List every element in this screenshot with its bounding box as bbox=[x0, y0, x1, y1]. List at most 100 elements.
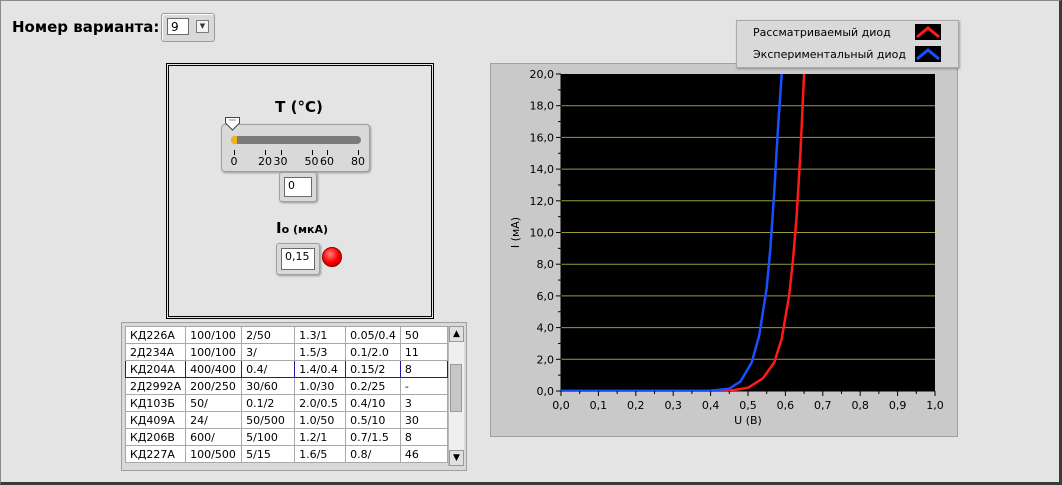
table-cell[interactable]: 8 bbox=[399, 428, 448, 446]
table-cell[interactable]: 0.4/10 bbox=[345, 394, 401, 412]
table-cell[interactable]: 2/50 bbox=[241, 326, 296, 344]
table-scrollbar[interactable]: ▲ ▼ bbox=[448, 326, 464, 466]
table-cell[interactable]: 600/ bbox=[185, 428, 243, 446]
table-cell[interactable]: 3/ bbox=[241, 343, 296, 361]
x-tick-label: 0,6 bbox=[777, 399, 795, 412]
diode-table[interactable]: КД226А 100/100 2/50 1.3/1 0.05/0.4 50 2Д234А 10… bbox=[121, 322, 467, 471]
table-cell[interactable]: - bbox=[399, 377, 448, 395]
table-cell[interactable]: КД206В bbox=[124, 428, 187, 446]
x-tick-label: 0,5 bbox=[739, 399, 757, 412]
table-cell[interactable]: 100/500 bbox=[185, 445, 243, 463]
table-cell[interactable]: 2.0/0.5 bbox=[294, 394, 347, 412]
x-tick-label: 0,0 bbox=[552, 399, 570, 412]
y-tick-label: 18,0 bbox=[530, 100, 555, 113]
table-cell[interactable]: КД204А bbox=[124, 360, 187, 378]
temperature-label: T (°C) bbox=[275, 98, 323, 116]
slider-tick-label: 60 bbox=[320, 155, 334, 168]
slider-tick-label: 80 bbox=[351, 155, 365, 168]
table-cell[interactable]: 1.0/50 bbox=[294, 411, 347, 429]
table-cell[interactable]: 0.1/2.0 bbox=[345, 343, 401, 361]
table-cell[interactable]: 0.4/ bbox=[241, 360, 296, 378]
legend-swatch-series-1[interactable] bbox=[915, 24, 941, 40]
variant-ring-control[interactable]: 9 ▼ bbox=[161, 13, 215, 42]
scroll-down-icon[interactable]: ▼ bbox=[449, 450, 464, 466]
table-cell[interactable]: 400/400 bbox=[185, 360, 243, 378]
table-cell[interactable]: 1.3/1 bbox=[294, 326, 347, 344]
table-row[interactable]: КД226А 100/100 2/50 1.3/1 0.05/0.4 50 bbox=[124, 326, 448, 344]
scroll-thumb[interactable] bbox=[450, 364, 462, 412]
slider-thumb[interactable] bbox=[225, 117, 240, 131]
table-cell[interactable]: 0.15/2 bbox=[345, 360, 401, 378]
iv-chart[interactable]: 0,0 2,0 4,0 6,0 8,0 10,0 12,0 14,0 16,0 18,0 20,0 0… bbox=[491, 64, 957, 436]
table-cell[interactable]: 1.4/0.4 bbox=[294, 360, 347, 378]
table-cell[interactable]: 100/100 bbox=[185, 326, 243, 344]
table-cell[interactable]: 50/500 bbox=[241, 411, 296, 429]
table-row[interactable]: КД103Б 50/0.1/2 2.0/0.5 0.4/10 3 bbox=[124, 394, 448, 412]
y-tick-label: 4,0 bbox=[537, 322, 555, 335]
table-cell[interactable]: 5/15 bbox=[241, 445, 296, 463]
chart-legend: Рассматриваемый диод Экспериментальный д… bbox=[736, 20, 959, 68]
current-value[interactable]: 0,15 bbox=[281, 248, 315, 270]
temperature-value[interactable]: 0 bbox=[284, 177, 312, 197]
table-cell[interactable]: 30 bbox=[399, 411, 448, 429]
diode-table-grid[interactable]: КД226А 100/100 2/50 1.3/1 0.05/0.4 50 2Д234А 10… bbox=[124, 326, 448, 463]
temperature-slider[interactable]: 0 20 30 50 60 80 bbox=[221, 117, 370, 172]
table-cell[interactable]: 1.2/1 bbox=[294, 428, 347, 446]
x-tick-label: 1,0 bbox=[926, 399, 944, 412]
table-cell[interactable]: 0.5/10 bbox=[345, 411, 401, 429]
table-cell[interactable]: 2Д234А bbox=[124, 343, 187, 361]
table-cell[interactable]: КД103Б bbox=[124, 394, 187, 412]
table-cell[interactable]: 0.8/ bbox=[345, 445, 401, 463]
table-cell[interactable]: 200/250 bbox=[185, 377, 243, 395]
table-cell[interactable]: 11 bbox=[399, 343, 448, 361]
y-tick-label: 10,0 bbox=[530, 227, 555, 240]
legend-swatch-series-2[interactable] bbox=[915, 46, 941, 62]
table-cell[interactable]: КД227А bbox=[124, 445, 187, 463]
variant-value[interactable]: 9 bbox=[167, 18, 189, 35]
table-cell[interactable]: 0.7/1.5 bbox=[345, 428, 401, 446]
y-tick-label: 16,0 bbox=[530, 131, 555, 144]
legend-label-series-2: Экспериментальный диод bbox=[753, 48, 906, 61]
slider-tick-label: 20 bbox=[258, 155, 272, 168]
scroll-up-icon[interactable]: ▲ bbox=[449, 326, 464, 342]
table-cell[interactable]: 1.5/3 bbox=[294, 343, 347, 361]
y-tick-label: 2,0 bbox=[537, 353, 555, 366]
table-cell[interactable]: 24/ bbox=[185, 411, 243, 429]
table-row[interactable]: КД227А 100/500 5/15 1.6/5 0.8/46 bbox=[124, 445, 448, 463]
table-cell[interactable]: 2Д2992А bbox=[124, 377, 187, 395]
table-cell[interactable]: 46 bbox=[399, 445, 448, 463]
table-cell[interactable]: КД226А bbox=[124, 326, 187, 344]
y-tick-label: 0,0 bbox=[537, 385, 555, 398]
slider-track[interactable] bbox=[231, 136, 361, 144]
table-row[interactable]: КД204А 400/400 0.4/1.4/0.4 0.15/2 8 bbox=[124, 360, 448, 378]
current-label: Io (мкА) bbox=[272, 219, 332, 237]
table-cell[interactable]: 1.6/5 bbox=[294, 445, 347, 463]
current-numeric[interactable]: 0,15 bbox=[276, 243, 320, 275]
table-cell[interactable]: 100/100 bbox=[185, 343, 243, 361]
temperature-numeric[interactable]: 0 bbox=[279, 172, 317, 202]
x-tick-label: 0,3 bbox=[664, 399, 682, 412]
slider-fill bbox=[231, 136, 237, 144]
slider-tick-label: 30 bbox=[273, 155, 288, 168]
table-row[interactable]: 2Д2992А 200/250 30/60 1.0/30 0.2/25- bbox=[124, 377, 448, 395]
table-cell[interactable]: 0.2/25 bbox=[345, 377, 401, 395]
x-tick-label: 0,9 bbox=[889, 399, 907, 412]
table-cell[interactable]: 3 bbox=[399, 394, 448, 412]
y-tick-label: 12,0 bbox=[530, 195, 555, 208]
status-led-indicator bbox=[322, 247, 342, 267]
table-cell[interactable]: КД409А bbox=[124, 411, 187, 429]
table-row[interactable]: КД409А 24/50/500 1.0/50 0.5/10 30 bbox=[124, 411, 448, 429]
table-row[interactable]: КД206В 600/5/100 1.2/1 0.7/1.5 8 bbox=[124, 428, 448, 446]
table-cell[interactable]: 0.1/2 bbox=[241, 394, 296, 412]
table-row[interactable]: 2Д234А 100/100 3/1.5/3 0.1/2.0 11 bbox=[124, 343, 448, 361]
variant-label: Номер варианта: bbox=[12, 18, 160, 36]
table-cell[interactable]: 1.0/30 bbox=[294, 377, 347, 395]
table-cell[interactable]: 50/ bbox=[185, 394, 243, 412]
chevron-down-icon[interactable]: ▼ bbox=[196, 20, 209, 33]
table-cell[interactable]: 50 bbox=[399, 326, 448, 344]
x-tick-label: 0,7 bbox=[814, 399, 832, 412]
table-cell[interactable]: 8 bbox=[399, 360, 448, 378]
table-cell[interactable]: 5/100 bbox=[241, 428, 296, 446]
table-cell[interactable]: 30/60 bbox=[241, 377, 296, 395]
table-cell[interactable]: 0.05/0.4 bbox=[345, 326, 401, 344]
